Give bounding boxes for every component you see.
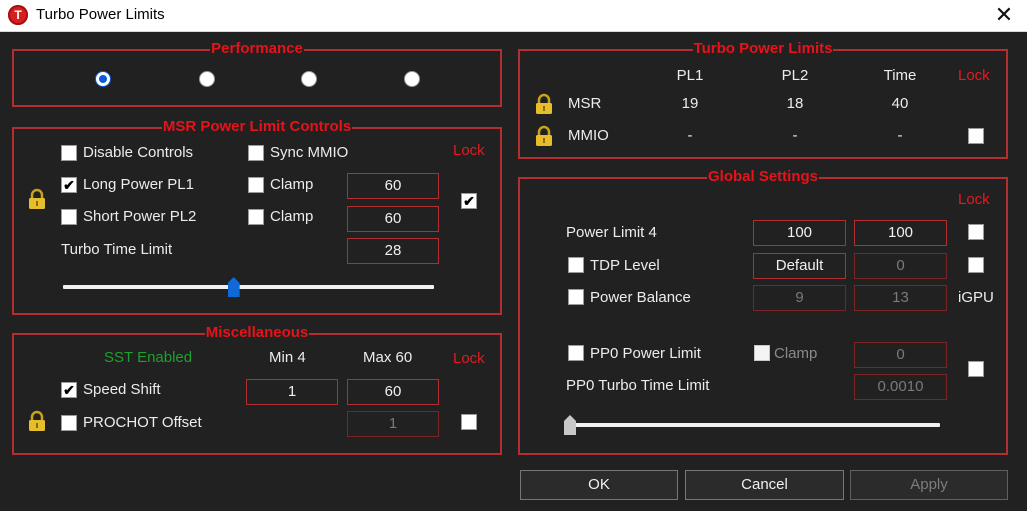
long-power-label: Long Power PL1 — [83, 176, 194, 193]
power-balance-checkbox[interactable] — [568, 289, 584, 305]
igpu-label: iGPU — [958, 289, 994, 306]
msr-controls-group: MSR Power Limit Controls Disable Control… — [12, 118, 502, 315]
pp0-power-limit-label: PP0 Power Limit — [590, 345, 701, 362]
msr-pl1-value: 19 — [681, 95, 699, 112]
speed-shift-checkbox[interactable]: ✔ — [61, 382, 77, 398]
sync-mmio-checkbox[interactable] — [248, 145, 264, 161]
pl2-header: PL2 — [781, 67, 809, 84]
misc-lock-label: Lock — [453, 350, 485, 367]
speed-shift-max-input[interactable]: 60 — [347, 379, 439, 405]
sync-mmio-label: Sync MMIO — [270, 144, 349, 161]
pp0-turbo-time-input[interactable]: 0.0010 — [854, 374, 947, 400]
speed-shift-min-input[interactable]: 1 — [246, 379, 338, 405]
tdp-level-input-1[interactable]: Default — [753, 253, 846, 279]
padlock-icon — [536, 125, 552, 146]
power-limit-4-lock-checkbox[interactable] — [968, 224, 984, 240]
turbo-limits-title: Turbo Power Limits — [692, 40, 834, 57]
performance-group: Performance — [12, 40, 502, 107]
tdp-level-lock-checkbox[interactable] — [968, 257, 984, 273]
short-power-clamp-checkbox[interactable] — [248, 209, 264, 225]
pp0-power-limit-checkbox[interactable] — [568, 345, 584, 361]
long-power-clamp-label: Clamp — [270, 176, 314, 193]
min-label: Min 4 — [269, 349, 306, 366]
prochot-label: PROCHOT Offset — [83, 414, 202, 431]
power-balance-input-1[interactable]: 9 — [753, 285, 846, 311]
misc-title: Miscellaneous — [204, 324, 310, 341]
turbo-limits-group: Turbo Power Limits PL1 PL2 Time Lock MSR… — [518, 40, 1008, 159]
pl1-header: PL1 — [676, 67, 704, 84]
power-balance-input-2[interactable]: 13 — [854, 285, 947, 311]
padlock-icon — [536, 93, 552, 114]
short-power-label: Short Power PL2 — [83, 208, 197, 225]
turbo-lock-header: Lock — [958, 67, 990, 84]
long-power-input[interactable]: 60 — [347, 173, 439, 199]
disable-controls-label: Disable Controls — [83, 144, 194, 161]
turbo-time-input[interactable]: 28 — [347, 238, 439, 264]
padlock-icon — [29, 410, 45, 431]
max-label: Max 60 — [363, 349, 413, 366]
prochot-checkbox[interactable] — [61, 415, 77, 431]
pp0-turbo-time-label: PP0 Turbo Time Limit — [566, 377, 710, 394]
short-power-clamp-label: Clamp — [270, 208, 314, 225]
msr-slider-thumb[interactable] — [227, 277, 240, 297]
pp0-clamp-checkbox[interactable] — [754, 345, 770, 361]
mmio-pl1-value: - — [687, 127, 693, 144]
performance-option-3[interactable] — [301, 71, 317, 87]
padlock-icon — [29, 188, 45, 209]
misc-lock-checkbox[interactable] — [461, 414, 477, 430]
power-limit-4-input-1[interactable]: 100 — [753, 220, 846, 246]
short-power-checkbox[interactable] — [61, 209, 77, 225]
window-title: Turbo Power Limits — [36, 6, 165, 23]
pp0-slider-track[interactable] — [570, 423, 940, 427]
app-logo-icon: T — [8, 5, 28, 25]
cancel-button[interactable]: Cancel — [685, 470, 844, 500]
apply-button[interactable]: Apply — [850, 470, 1008, 500]
power-limit-4-label: Power Limit 4 — [566, 224, 657, 241]
misc-group: Miscellaneous SST Enabled Min 4 Max 60 L… — [12, 324, 502, 455]
global-settings-group: Global Settings Lock Power Limit 4 100 1… — [518, 168, 1008, 455]
mmio-row-name: MMIO — [568, 127, 609, 144]
pp0-lock-checkbox[interactable] — [968, 361, 984, 377]
title-bar: T Turbo Power Limits ✕ — [0, 0, 1027, 32]
msr-slider-track[interactable] — [63, 285, 434, 289]
disable-controls-checkbox[interactable] — [61, 145, 77, 161]
performance-option-4[interactable] — [404, 71, 420, 87]
tdp-level-input-2[interactable]: 0 — [854, 253, 947, 279]
prochot-input[interactable]: 1 — [347, 411, 439, 437]
time-header: Time — [883, 67, 917, 84]
msr-lock-label: Lock — [453, 142, 485, 159]
msr-lock-checkbox[interactable]: ✔ — [461, 193, 477, 209]
performance-option-1[interactable] — [95, 71, 111, 87]
performance-option-2[interactable] — [199, 71, 215, 87]
mmio-pl2-value: - — [792, 127, 798, 144]
pp0-slider-thumb[interactable] — [564, 415, 576, 435]
msr-row-name: MSR — [568, 95, 602, 112]
power-limit-4-input-2[interactable]: 100 — [854, 220, 947, 246]
sst-status: SST Enabled — [104, 349, 193, 366]
mmio-lock-checkbox[interactable] — [968, 128, 984, 144]
short-power-input[interactable]: 60 — [347, 206, 439, 232]
pp0-clamp-label: Clamp — [774, 345, 818, 362]
long-power-checkbox[interactable]: ✔ — [61, 177, 77, 193]
tdp-level-checkbox[interactable] — [568, 257, 584, 273]
ok-button[interactable]: OK — [520, 470, 678, 500]
msr-controls-title: MSR Power Limit Controls — [161, 118, 353, 135]
global-settings-title: Global Settings — [706, 168, 819, 185]
msr-pl2-value: 18 — [786, 95, 804, 112]
mmio-time-value: - — [897, 127, 903, 144]
pp0-power-limit-input[interactable]: 0 — [854, 342, 947, 368]
close-icon[interactable]: ✕ — [981, 0, 1027, 32]
msr-time-value: 40 — [891, 95, 909, 112]
global-lock-label: Lock — [958, 191, 990, 208]
power-balance-label: Power Balance — [590, 289, 691, 306]
performance-title: Performance — [210, 40, 304, 57]
tdp-level-label: TDP Level — [590, 257, 660, 274]
turbo-time-label: Turbo Time Limit — [61, 241, 173, 258]
long-power-clamp-checkbox[interactable] — [248, 177, 264, 193]
speed-shift-label: Speed Shift — [83, 381, 161, 398]
